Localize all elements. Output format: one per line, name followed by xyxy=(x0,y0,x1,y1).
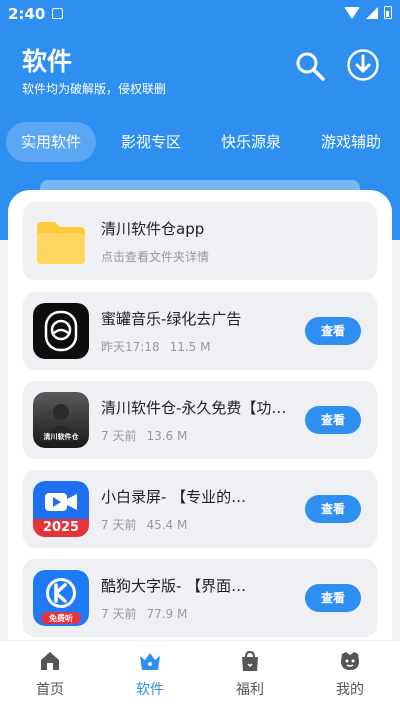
app-time: 7 天前 xyxy=(101,607,137,621)
wifi-icon xyxy=(344,6,360,19)
list-item[interactable]: 免费听 酷狗大字版- 【界面… 7 天前 77.9 M 查看 xyxy=(23,559,377,637)
nav-home[interactable]: 首页 xyxy=(0,649,100,699)
list-item[interactable]: 2025 小白录屏- 【专业的… 7 天前 45.4 M 查看 xyxy=(23,470,377,548)
crown-icon xyxy=(140,653,160,670)
tab-fun[interactable]: 快乐源泉 xyxy=(208,122,294,162)
content-panel: 清川软件仓app 点击查看文件夹详情 蜜罐音乐-绿化去广告 昨天17:18 11.… xyxy=(8,190,392,712)
list-item[interactable]: 蜜罐音乐-绿化去广告 昨天17:18 11.5 M 查看 xyxy=(23,292,377,370)
folder-name: 清川软件仓app xyxy=(101,220,205,238)
page-title: 软件 xyxy=(22,47,73,76)
status-bar: 2:40 xyxy=(0,0,400,28)
nav-label: 我的 xyxy=(336,682,364,698)
qingchuan-app-icon: 清川软件仓 xyxy=(33,392,89,448)
nav-profile[interactable]: 我的 xyxy=(300,649,400,699)
download-icon[interactable] xyxy=(346,48,380,82)
folder-icon xyxy=(33,213,89,269)
app-time: 昨天17:18 xyxy=(101,340,160,354)
app-meta: 7 天前 45.4 M xyxy=(101,516,187,533)
app-icon-label: 2025 xyxy=(42,520,80,535)
bottom-nav: 首页 软件 福利 我的 xyxy=(0,640,400,712)
list-item[interactable]: 清川软件仓 清川软件仓-永久免费【功… 7 天前 13.6 M 查看 xyxy=(23,381,377,459)
app-icon-label: 清川软件仓 xyxy=(43,433,79,441)
app-size: 11.5 M xyxy=(169,340,211,354)
view-button[interactable]: 查看 xyxy=(305,495,361,523)
app-time: 7 天前 xyxy=(101,518,137,532)
app-size: 77.9 M xyxy=(146,607,188,621)
battery-icon xyxy=(384,6,392,19)
notification-icon xyxy=(52,8,63,19)
app-name: 蜜罐音乐-绿化去广告 xyxy=(101,310,242,328)
status-indicators xyxy=(344,6,392,19)
app-icon-label: 免费听 xyxy=(49,614,73,623)
home-icon xyxy=(41,652,59,670)
app-name: 小白录屏- 【专业的… xyxy=(101,488,247,506)
app-name: 清川软件仓-永久免费【功… xyxy=(101,399,287,417)
app-meta: 7 天前 77.9 M xyxy=(101,605,187,622)
nav-software[interactable]: 软件 xyxy=(100,649,200,699)
tab-movies[interactable]: 影视专区 xyxy=(108,122,194,162)
screen-recorder-icon: 2025 xyxy=(33,481,89,537)
nav-label: 福利 xyxy=(236,682,264,698)
view-button[interactable]: 查看 xyxy=(305,584,361,612)
app-time: 7 天前 xyxy=(101,429,137,443)
page-subtitle: 软件均为破解版，侵权联删 xyxy=(22,82,167,96)
view-button[interactable]: 查看 xyxy=(305,317,361,345)
app-meta: 7 天前 13.6 M xyxy=(101,427,187,444)
category-tabs: 实用软件 影视专区 快乐源泉 游戏辅助 xyxy=(0,122,400,162)
kugou-app-icon: 免费听 xyxy=(33,570,89,626)
search-icon[interactable] xyxy=(294,50,326,82)
app-name: 酷狗大字版- 【界面… xyxy=(101,577,247,595)
app-size: 45.4 M xyxy=(146,518,188,532)
status-time: 2:40 xyxy=(8,5,46,23)
tab-game-assist[interactable]: 游戏辅助 xyxy=(308,122,394,162)
gift-bag-icon xyxy=(242,650,258,671)
app-size: 13.6 M xyxy=(146,429,188,443)
view-button[interactable]: 查看 xyxy=(305,406,361,434)
profile-icon xyxy=(341,652,359,670)
music-app-icon xyxy=(33,303,89,359)
signal-icon xyxy=(366,6,378,19)
nav-welfare[interactable]: 福利 xyxy=(200,649,300,699)
folder-card[interactable]: 清川软件仓app 点击查看文件夹详情 xyxy=(23,202,377,280)
tab-utility-software[interactable]: 实用软件 xyxy=(6,122,96,162)
app-meta: 昨天17:18 11.5 M xyxy=(101,338,210,355)
folder-hint: 点击查看文件夹详情 xyxy=(101,250,210,264)
nav-label: 首页 xyxy=(36,682,64,698)
nav-label: 软件 xyxy=(136,682,164,698)
